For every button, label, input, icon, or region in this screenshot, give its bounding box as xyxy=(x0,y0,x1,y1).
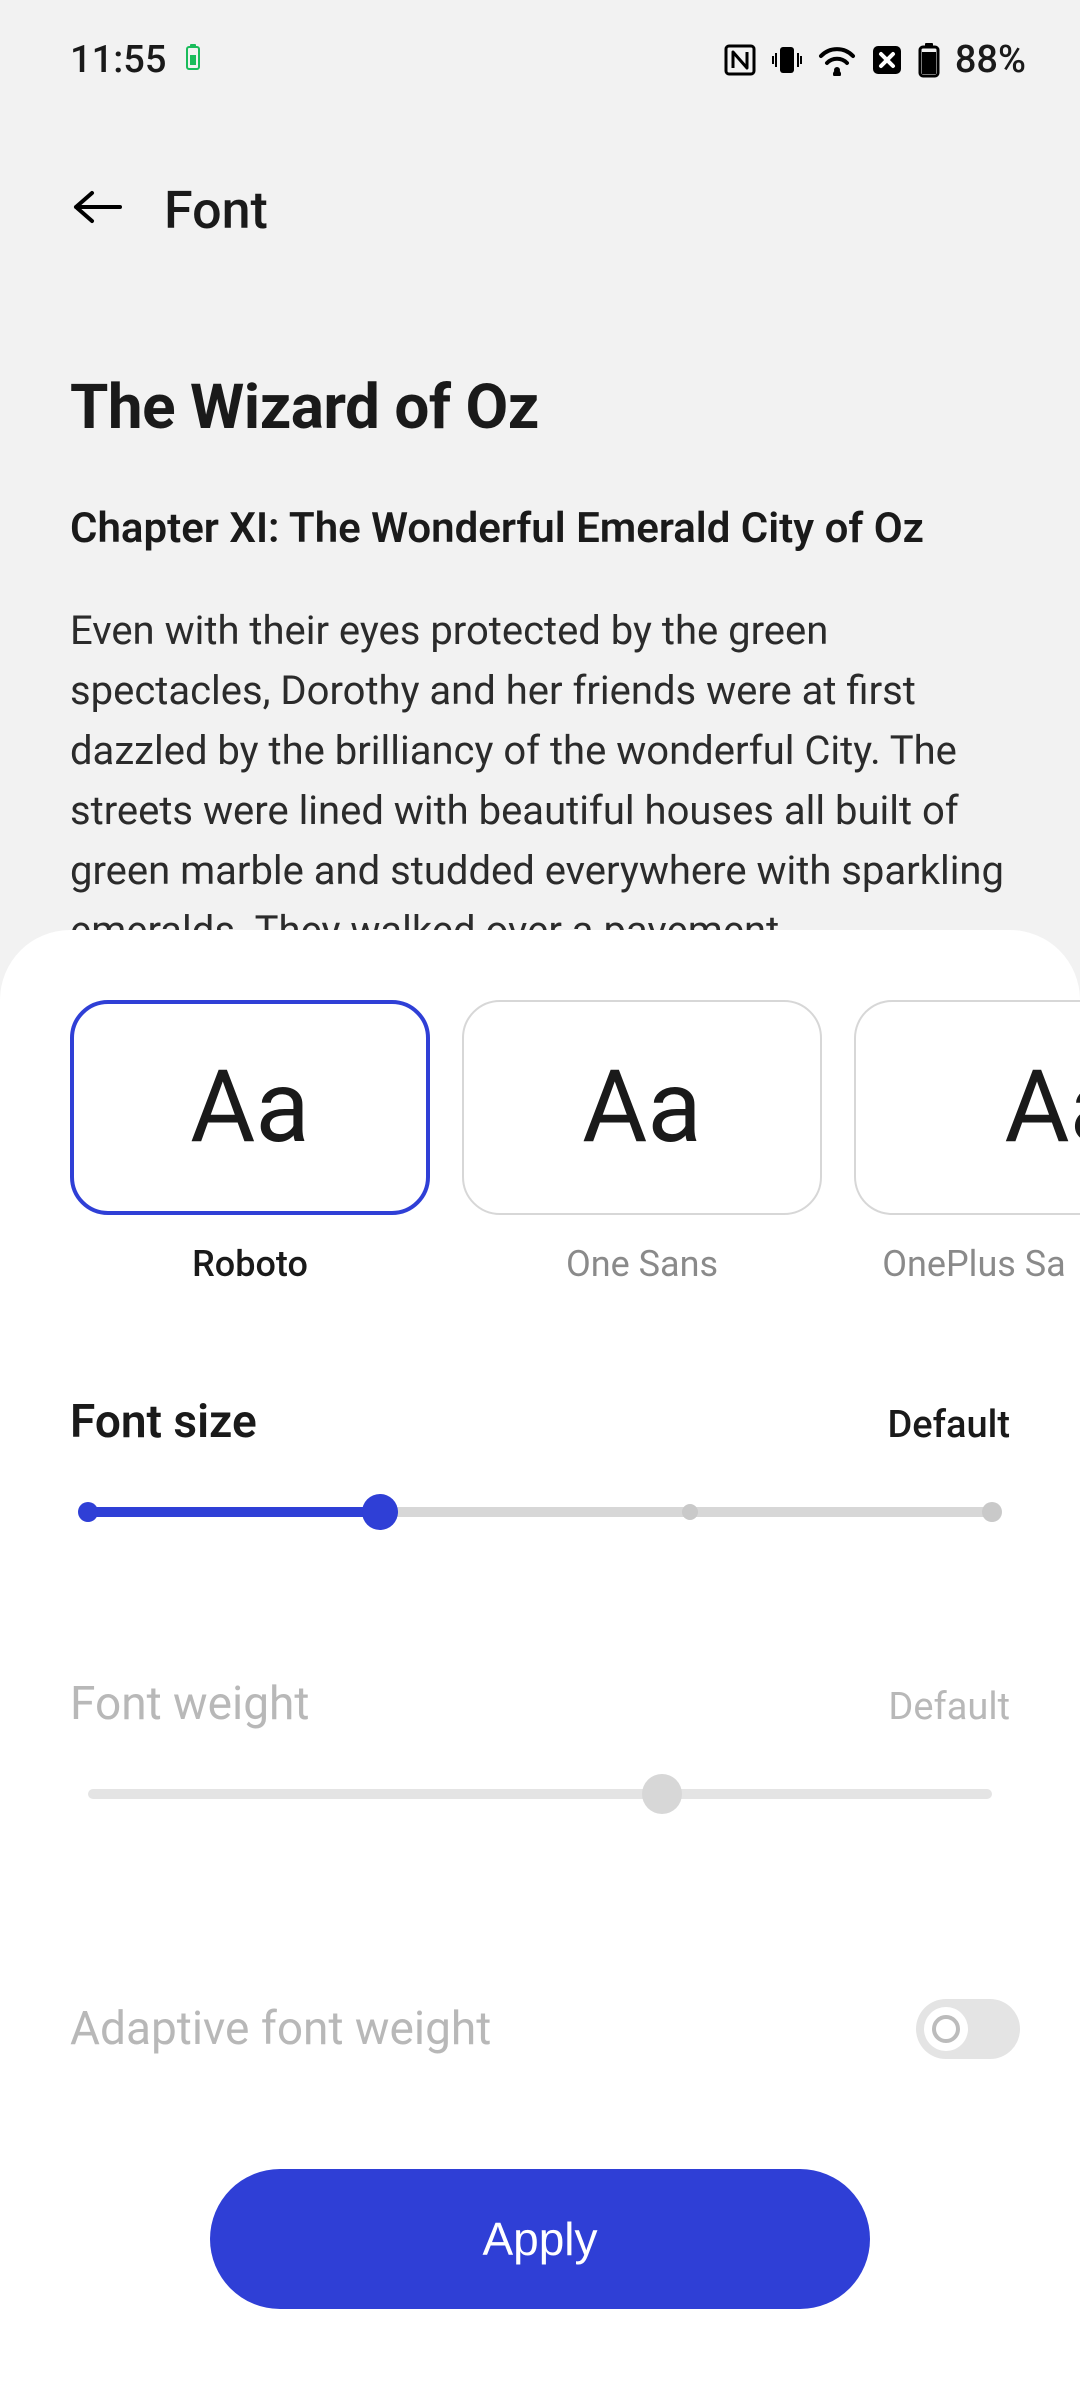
font-sample-text: Aa xyxy=(582,1049,702,1166)
font-option-label: OnePlus Sa xyxy=(882,1243,1066,1285)
back-arrow-icon[interactable] xyxy=(70,187,122,235)
slider-thumb[interactable] xyxy=(362,1494,398,1530)
font-weight-value: Default xyxy=(888,1685,1010,1729)
font-preview: The Wizard of Oz Chapter XI: The Wonderf… xyxy=(0,271,1080,961)
font-size-section: Font size Default xyxy=(0,1395,1080,1527)
font-sample-card[interactable]: Aa xyxy=(462,1000,822,1215)
status-bar: 11:55 88% xyxy=(0,0,1080,100)
font-picker[interactable]: Aa Roboto Aa One Sans Aa OnePlus Sa xyxy=(0,1000,1080,1285)
font-sample-card[interactable]: Aa xyxy=(70,1000,430,1215)
adaptive-font-weight-label: Adaptive font weight xyxy=(70,2002,491,2056)
status-left: 11:55 xyxy=(70,38,202,82)
font-size-value: Default xyxy=(887,1403,1010,1447)
nfc-icon xyxy=(723,43,757,77)
slider-tick-default xyxy=(682,1504,698,1520)
preview-title: The Wizard of Oz xyxy=(70,371,1010,444)
font-option-one-sans[interactable]: Aa One Sans xyxy=(462,1000,822,1285)
slider-tick-min xyxy=(78,1502,98,1522)
font-weight-title: Font weight xyxy=(70,1677,309,1731)
adaptive-font-weight-row: Adaptive font weight xyxy=(0,1999,1080,2059)
battery-icon xyxy=(917,42,941,78)
font-option-label: One Sans xyxy=(566,1243,718,1285)
battery-percent: 88% xyxy=(955,38,1026,82)
settings-sheet: Aa Roboto Aa One Sans Aa OnePlus Sa Font… xyxy=(0,930,1080,2400)
preview-body: Even with their eyes protected by the gr… xyxy=(70,601,1010,961)
slider-track xyxy=(88,1789,992,1799)
font-sample-text: Aa xyxy=(190,1049,310,1166)
status-right: 88% xyxy=(723,38,1026,82)
toggle-knob xyxy=(924,2007,968,2051)
slider-thumb xyxy=(642,1774,682,1814)
font-option-label: Roboto xyxy=(192,1243,308,1285)
slider-tick-max xyxy=(982,1502,1002,1522)
font-weight-slider xyxy=(70,1779,1010,1809)
preview-subtitle: Chapter XI: The Wonderful Emerald City o… xyxy=(70,504,1010,553)
wifi-icon xyxy=(817,44,857,76)
font-size-title: Font size xyxy=(70,1395,257,1449)
slider-fill xyxy=(88,1507,398,1517)
font-sample-text: Aa xyxy=(1004,1049,1080,1166)
charging-icon xyxy=(184,43,202,78)
font-option-roboto[interactable]: Aa Roboto xyxy=(70,1000,430,1285)
dnd-icon xyxy=(871,44,903,76)
page-title: Font xyxy=(164,180,268,241)
apply-button[interactable]: Apply xyxy=(210,2169,870,2309)
font-option-oneplus-sans[interactable]: Aa OnePlus Sa xyxy=(854,1000,1080,1285)
font-weight-section: Font weight Default xyxy=(0,1677,1080,1809)
font-size-slider[interactable] xyxy=(70,1497,1010,1527)
header: Font xyxy=(0,100,1080,271)
status-time: 11:55 xyxy=(70,38,166,82)
font-sample-card[interactable]: Aa xyxy=(854,1000,1080,1215)
vibrate-icon xyxy=(771,43,803,77)
adaptive-font-weight-toggle xyxy=(916,1999,1020,2059)
